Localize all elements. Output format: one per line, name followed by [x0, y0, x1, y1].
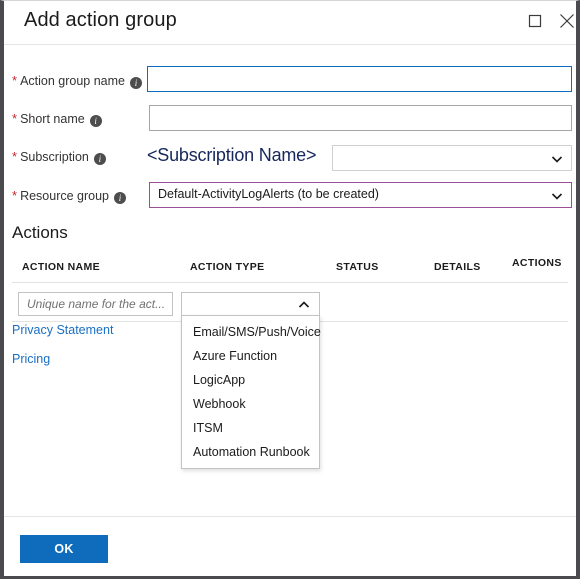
label-text: Action group name [20, 74, 125, 88]
required-marker: * [12, 73, 18, 88]
label-text: Subscription [20, 150, 89, 164]
chevron-down-icon [551, 193, 563, 200]
action-type-option-email-sms-push-voice[interactable]: Email/SMS/Push/Voice [182, 320, 321, 344]
chevron-up-icon [298, 301, 310, 308]
column-header-action-type: ACTION TYPE [190, 261, 265, 273]
action-type-option-itsm[interactable]: ITSM [182, 416, 319, 440]
info-icon[interactable]: i [93, 153, 106, 165]
actions-section-title: Actions [12, 223, 68, 242]
column-header-actions: ACTIONS [512, 257, 562, 269]
info-icon[interactable]: i [130, 77, 142, 89]
column-header-action-name: ACTION NAME [22, 261, 100, 273]
action-name-input[interactable] [18, 292, 173, 316]
action-group-name-input[interactable] [147, 66, 572, 92]
action-type-option-azure-function[interactable]: Azure Function [182, 344, 319, 368]
dialog-body: Add action group * Action group name i * Sh… [4, 1, 576, 576]
maximize-square-icon[interactable] [524, 10, 546, 32]
info-icon[interactable]: i [89, 115, 102, 127]
action-type-dropdown-list: Email/SMS/Push/Voice Azure Function Logi… [181, 315, 321, 469]
label-resource-group: * Resource group i [12, 188, 127, 204]
required-marker: * [12, 188, 18, 203]
pricing-link[interactable]: Pricing [12, 352, 50, 366]
label-text: Resource group [20, 189, 110, 203]
ok-button[interactable]: OK [20, 535, 108, 563]
label-short-name: * Short name i [12, 111, 102, 127]
table-header-divider [12, 282, 568, 283]
short-name-input[interactable] [149, 105, 572, 131]
add-action-group-dialog: Add action group * Action group name i * Sh… [0, 0, 580, 579]
label-text: Short name [20, 112, 85, 126]
info-icon[interactable]: i [114, 192, 127, 204]
action-type-option-webhook[interactable]: Webhook [182, 392, 319, 416]
label-subscription: * Subscription i [12, 149, 106, 165]
column-header-details: DETAILS [434, 261, 481, 273]
dialog-titlebar: Add action group [4, 1, 576, 45]
page-title: Add action group [24, 9, 177, 31]
close-x-icon[interactable] [556, 10, 578, 32]
subscription-dropdown[interactable] [332, 145, 572, 171]
action-type-option-logicapp[interactable]: LogicApp [182, 368, 319, 392]
action-type-option-automation-runbook[interactable]: Automation Runbook [182, 440, 319, 464]
required-marker: * [12, 111, 18, 126]
subscription-name-annotation: <Subscription Name> [147, 145, 317, 165]
required-marker: * [12, 149, 18, 164]
resource-group-dropdown[interactable]: Default-ActivityLogAlerts (to be created… [149, 182, 572, 208]
label-action-group-name: * Action group name i [12, 73, 142, 89]
resource-group-dropdown-value: Default-ActivityLogAlerts (to be created… [158, 187, 379, 201]
column-header-status: STATUS [336, 261, 379, 273]
action-type-dropdown[interactable] [181, 292, 320, 316]
privacy-statement-link[interactable]: Privacy Statement [12, 323, 113, 337]
chevron-down-icon [551, 156, 563, 163]
footer-divider [4, 516, 576, 517]
